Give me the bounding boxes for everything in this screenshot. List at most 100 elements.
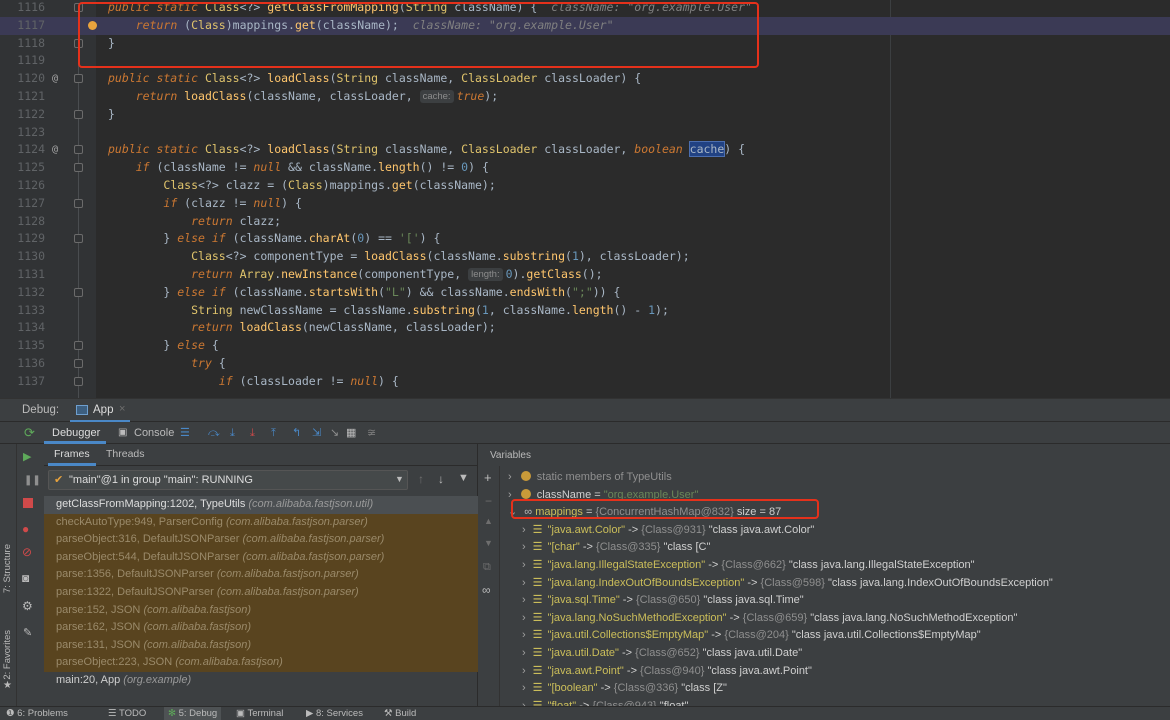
stack-frame[interactable]: parseObject:316, DefaultJSONParser (com.…: [44, 531, 478, 549]
line-number[interactable]: 1119: [0, 52, 45, 70]
code-editor[interactable]: 1116 public static Class<?> getClassFromM…: [0, 0, 1170, 398]
fold-marker-icon[interactable]: [74, 109, 83, 119]
fold-marker-icon[interactable]: [74, 198, 83, 208]
view-breakpoints-icon[interactable]: ●: [22, 522, 29, 536]
run-to-cursor-icon[interactable]: ⇲: [312, 422, 321, 444]
move-down-icon[interactable]: ▼: [484, 538, 493, 548]
line-number[interactable]: 1132: [0, 284, 45, 302]
line-number[interactable]: 1136: [0, 355, 45, 373]
override-marker-icon[interactable]: @: [52, 70, 58, 88]
favorites-tab[interactable]: 2: Favorites: [2, 630, 15, 680]
line-number[interactable]: 1137: [0, 373, 45, 391]
line-number[interactable]: 1126: [0, 177, 45, 195]
map-entry-row[interactable]: › ☰ "[boolean" -> {Class@336} "class [Z": [522, 680, 727, 698]
layout-icon[interactable]: ☰: [180, 422, 190, 444]
fold-marker-icon[interactable]: [74, 287, 83, 297]
todo-tab[interactable]: ☰ TODO: [108, 707, 146, 720]
fold-marker-icon[interactable]: [74, 145, 83, 155]
stack-frame[interactable]: main:20, App (org.example): [44, 672, 478, 690]
map-entry-row[interactable]: › ☰ "java.util.Date" -> {Class@652} "class…: [522, 645, 802, 663]
map-entry-row[interactable]: › ☰ "java.lang.NoSuchMethodException" -> {…: [522, 610, 1017, 628]
stack-frame[interactable]: parse:1322, DefaultJSONParser (com.aliba…: [44, 584, 478, 602]
code-line[interactable]: 1130 Class<?> componentType = loadClass(…: [0, 248, 1170, 266]
code-line[interactable]: 1124 @ public static Class<?> loadClass(St…: [0, 141, 1170, 159]
stack-frame[interactable]: parse:1356, DefaultJSONParser (com.aliba…: [44, 566, 478, 584]
fold-marker-icon[interactable]: [74, 359, 83, 368]
line-number[interactable]: 1116: [0, 0, 45, 17]
code-line[interactable]: 1125 if (className != null && className.…: [0, 159, 1170, 177]
step-over-icon[interactable]: ⤓: [230, 422, 235, 444]
line-number[interactable]: 1121: [0, 88, 45, 106]
camera-icon[interactable]: ◙: [22, 571, 29, 585]
stack-frame[interactable]: parseObject:223, JSON (com.alibaba.fastj…: [44, 654, 478, 672]
line-number[interactable]: 1128: [0, 213, 45, 231]
drop-frame-icon[interactable]: ↰: [292, 422, 301, 444]
line-number[interactable]: 1135: [0, 337, 45, 355]
fold-marker-icon[interactable]: [74, 163, 83, 173]
stack-frame[interactable]: parse:162, JSON (com.alibaba.fastjson): [44, 619, 478, 637]
problems-tab[interactable]: ❶ 6: Problems: [6, 707, 68, 720]
code-line[interactable]: 1126 Class<?> clazz = (Class)mappings.ge…: [0, 177, 1170, 195]
map-entry-row[interactable]: › ☰ "java.awt.Point" -> {Class@940} "class…: [522, 663, 812, 681]
close-tab-icon[interactable]: ×: [119, 403, 125, 415]
step-out-icon[interactable]: ⤒: [271, 422, 276, 444]
move-up-icon[interactable]: ▲: [484, 516, 493, 526]
code-line[interactable]: 1128 return clazz;: [0, 213, 1170, 231]
code-line[interactable]: 1131 return Array.newInstance(componentT…: [0, 266, 1170, 284]
line-number[interactable]: 1118: [0, 35, 45, 53]
code-line[interactable]: 1134 return loadClass(newClassName, clas…: [0, 319, 1170, 337]
build-tab[interactable]: ⚒ Build: [384, 707, 416, 720]
stack-frame[interactable]: parseObject:544, DefaultJSONParser (com.…: [44, 548, 478, 567]
filter-icon[interactable]: ▼: [458, 472, 469, 484]
evaluate-icon[interactable]: ▦: [346, 422, 356, 444]
arrow-down-icon[interactable]: ↓: [438, 472, 444, 486]
mute-breakpoints-icon[interactable]: ⊘: [22, 545, 32, 559]
code-line[interactable]: 1123: [0, 124, 1170, 142]
map-entry-row[interactable]: › ☰ "java.util.Collections$EmptyMap" -> {C…: [522, 627, 981, 645]
code-line[interactable]: 1136 try {: [0, 355, 1170, 373]
code-line[interactable]: 1135 } else {: [0, 337, 1170, 355]
tab-frames[interactable]: Frames: [54, 448, 90, 460]
show-execution-point-icon[interactable]: ⤼: [208, 422, 220, 444]
debug-config-tab[interactable]: App: [93, 404, 113, 416]
code-line[interactable]: 1120 @ public static Class<?> loadClass(St…: [0, 70, 1170, 88]
code-line[interactable]: 1122}: [0, 106, 1170, 124]
fold-marker-icon[interactable]: [74, 341, 83, 351]
line-number[interactable]: 1129: [0, 230, 45, 248]
override-marker-icon[interactable]: @: [52, 141, 58, 159]
code-line[interactable]: 1121 return loadClass(className, classLo…: [0, 88, 1170, 106]
terminal-tab[interactable]: ▣ Terminal: [236, 707, 283, 720]
fold-marker-icon[interactable]: [74, 376, 83, 386]
line-number[interactable]: 1134: [0, 319, 45, 337]
remove-watch-icon[interactable]: −: [485, 494, 492, 508]
debug-tab[interactable]: ✻ 5: Debug: [164, 707, 222, 720]
line-number[interactable]: 1117: [0, 17, 45, 35]
line-number[interactable]: 1125: [0, 159, 45, 177]
force-step-icon[interactable]: ↘: [330, 422, 339, 444]
show-watches-icon[interactable]: ∞: [482, 583, 491, 597]
line-number[interactable]: 1130: [0, 248, 45, 266]
map-entry-row[interactable]: › ☰ "java.awt.Color" -> {Class@931} "class…: [522, 522, 814, 540]
line-number[interactable]: 1124: [0, 141, 45, 159]
services-tab[interactable]: ▶ 8: Services: [306, 707, 363, 720]
trace-icon[interactable]: ≆: [367, 422, 376, 444]
line-number[interactable]: 1127: [0, 195, 45, 213]
rerun-icon[interactable]: ⟳: [24, 422, 35, 444]
line-number[interactable]: 1123: [0, 124, 45, 142]
thread-select[interactable]: ✔ "main"@1 in group "main": RUNNING ▼: [48, 470, 408, 490]
add-watch-icon[interactable]: +: [484, 470, 492, 485]
tab-threads[interactable]: Threads: [106, 448, 145, 460]
code-line[interactable]: 1127 if (clazz != null) {: [0, 195, 1170, 213]
step-into-icon[interactable]: ⤓: [250, 422, 255, 444]
line-number[interactable]: 1120: [0, 70, 45, 88]
code-line[interactable]: 1137 if (classLoader != null) {: [0, 373, 1170, 391]
stack-frame[interactable]: parse:152, JSON (com.alibaba.fastjson): [44, 601, 478, 620]
pin-icon[interactable]: ✎: [23, 626, 32, 639]
arrow-up-icon[interactable]: ↑: [418, 472, 424, 486]
stack-frame[interactable]: checkAutoType:949, ParserConfig (com.ali…: [44, 513, 478, 532]
var-static-row[interactable]: › static members of TypeUtils: [508, 469, 672, 487]
stack-frame[interactable]: getClassFromMapping:1202, TypeUtils (com…: [44, 496, 478, 514]
map-entry-row[interactable]: › ☰ "java.lang.IndexOutOfBoundsException" …: [522, 575, 1053, 593]
map-entry-row[interactable]: › ☰ "java.lang.IllegalStateException" -> {…: [522, 557, 975, 575]
code-line[interactable]: 1133 String newClassName = className.sub…: [0, 302, 1170, 320]
